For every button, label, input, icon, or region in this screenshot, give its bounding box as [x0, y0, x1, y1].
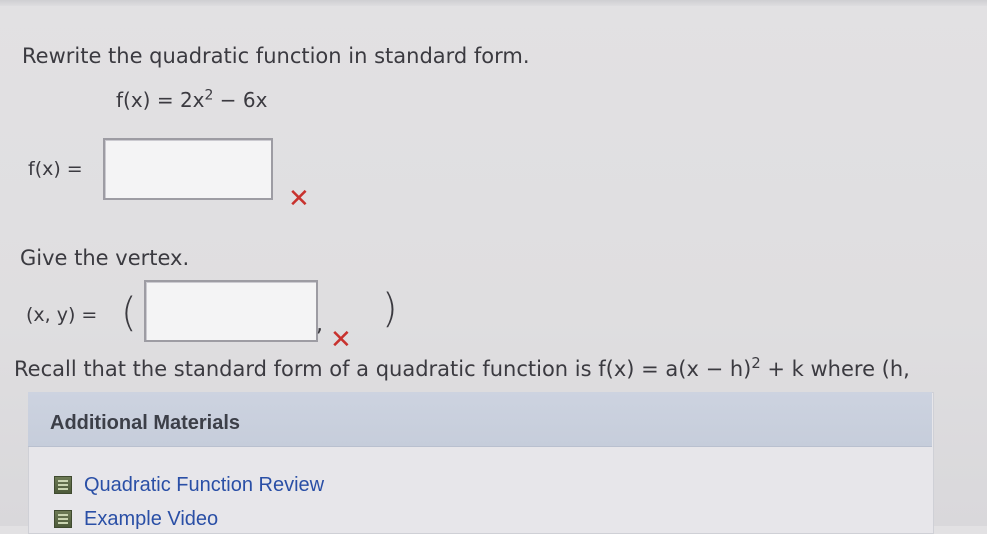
recall-tail: where (h,: [803, 357, 910, 381]
additional-materials-title: Additional Materials: [50, 412, 241, 434]
recall-lead: Recall that the standard form of a quadr…: [14, 357, 599, 381]
vertex-label: (x, y) =: [26, 304, 98, 326]
film-icon: [54, 476, 72, 494]
vertex-separator: ,: [316, 312, 323, 337]
question-instruction: Rewrite the quadratic function in standa…: [22, 44, 530, 68]
standard-form-input[interactable]: [103, 138, 273, 200]
vertex-open-paren: (: [121, 290, 137, 336]
vertex-x-input[interactable]: [144, 280, 318, 342]
given-function: f(x) = 2x2 − 6x: [116, 88, 267, 112]
vertex-prompt: Give the vertex.: [20, 246, 190, 270]
example-video-link[interactable]: Example Video: [84, 508, 218, 531]
incorrect-icon: ✕: [288, 184, 310, 214]
given-function-lhs: f(x) = 2x: [116, 88, 205, 112]
recall-hint: Recall that the standard form of a quadr…: [14, 354, 910, 381]
film-icon: [54, 510, 72, 528]
answer-label: f(x) =: [28, 158, 83, 180]
recall-formula-end: + k: [760, 357, 804, 381]
recall-formula-start: f(x) = a(x − h): [598, 357, 752, 381]
recall-formula-exponent: 2: [751, 354, 761, 372]
top-divider: [0, 0, 987, 6]
vertex-close-paren: ): [382, 286, 398, 332]
incorrect-icon: ✕: [330, 325, 352, 355]
given-function-rest: − 6x: [213, 88, 268, 112]
quadratic-function-review-link[interactable]: Quadratic Function Review: [84, 474, 324, 497]
